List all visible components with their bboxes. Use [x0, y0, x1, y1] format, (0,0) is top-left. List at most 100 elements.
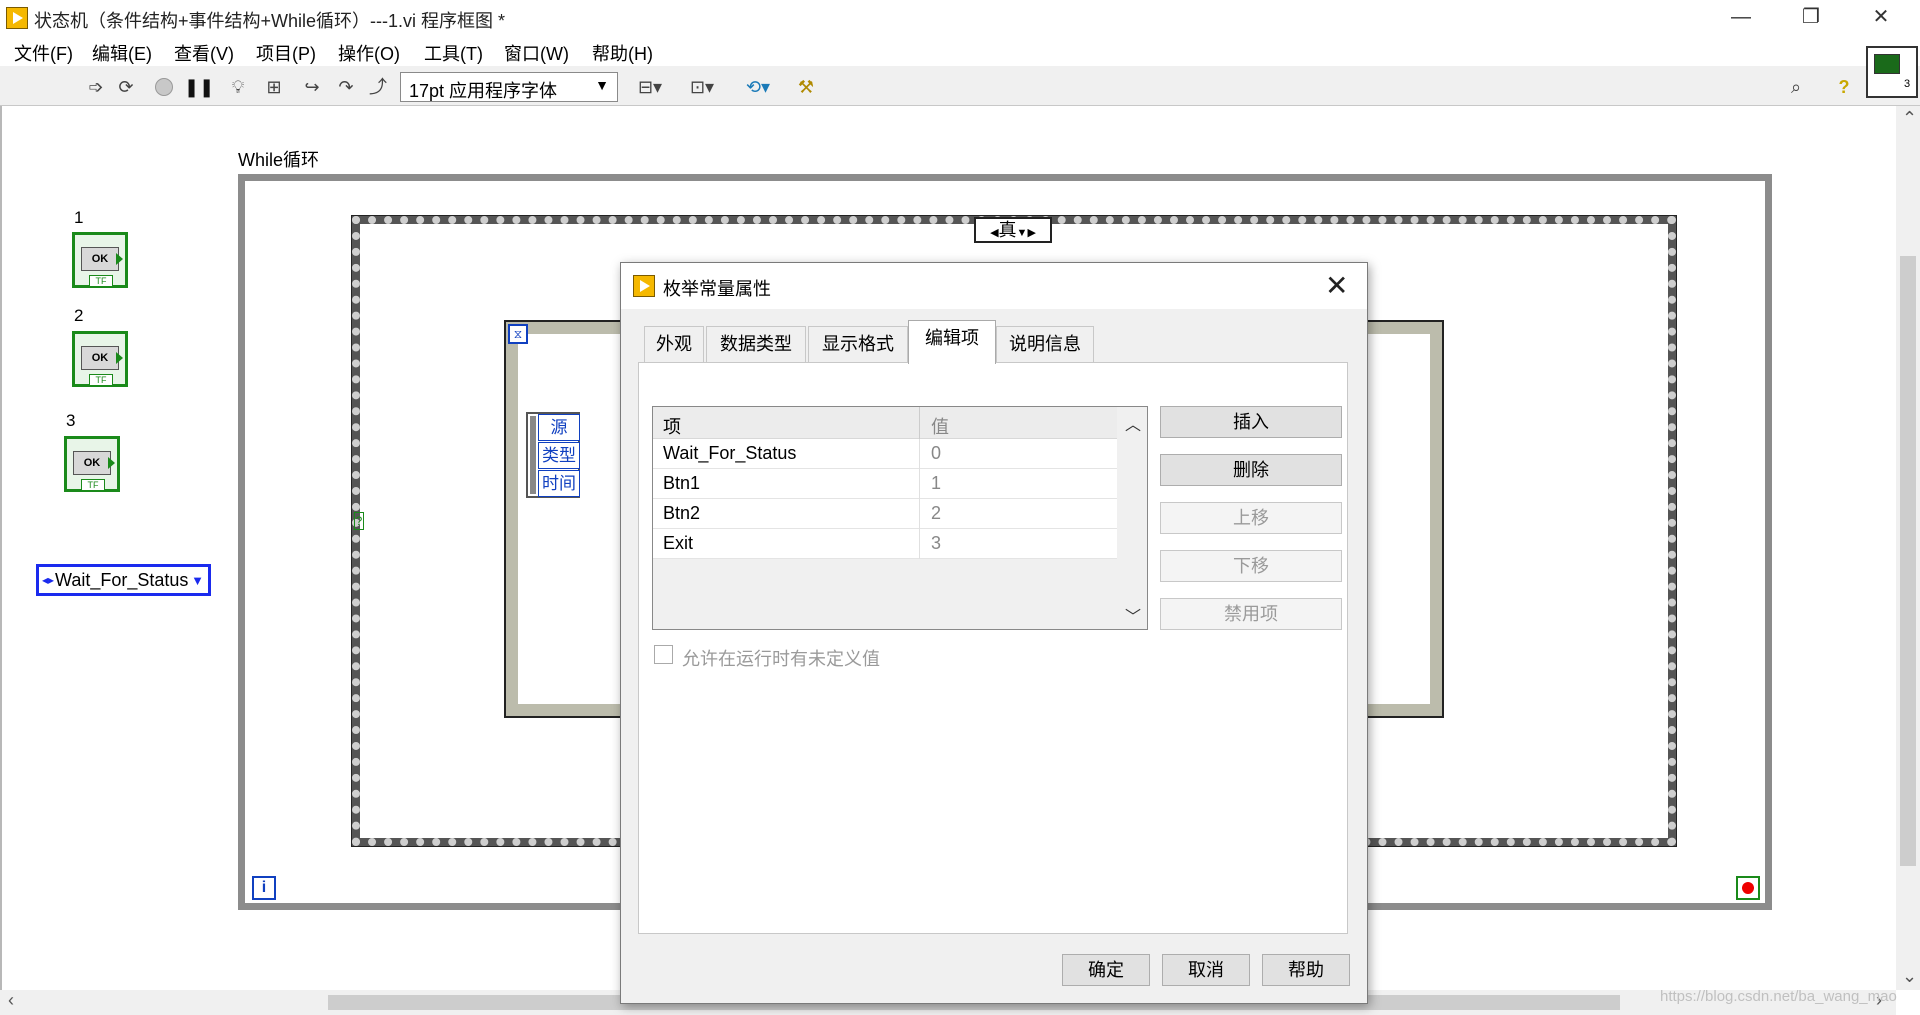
header-value[interactable]: 值 — [931, 413, 949, 439]
event-field-source[interactable]: 源 — [538, 414, 580, 441]
increment-decrement-icon[interactable]: ◂▸ — [42, 573, 54, 587]
button-2-terminal[interactable]: OK TF — [72, 331, 128, 387]
enum-constant-value: Wait_For_Status — [55, 570, 189, 590]
menu-file[interactable]: 文件(F) — [14, 40, 73, 66]
decrement-case-icon[interactable]: ◀ — [990, 227, 998, 239]
move-up-button[interactable]: 上移 — [1160, 502, 1342, 534]
move-down-button[interactable]: 下移 — [1160, 550, 1342, 582]
step-into-icon[interactable]: ↪ — [300, 76, 324, 98]
menu-bar: 文件(F) 编辑(E) 查看(V) 项目(P) 操作(O) 工具(T) 窗口(W… — [0, 36, 1920, 66]
column-divider — [919, 469, 920, 499]
vi-icon-badge: 3 — [1904, 78, 1911, 90]
vertical-scroll-thumb[interactable] — [1900, 256, 1916, 866]
cleanup-icon[interactable]: ⚒ — [794, 76, 818, 98]
allow-undefined-checkbox[interactable] — [654, 645, 673, 664]
row-item[interactable]: Btn2 — [663, 503, 700, 524]
chevron-down-icon[interactable]: ▼ — [1017, 227, 1028, 239]
menu-tools[interactable]: 工具(T) — [424, 40, 483, 66]
vertical-scrollbar[interactable]: ⌃ ⌄ — [1896, 106, 1920, 990]
menu-project[interactable]: 项目(P) — [256, 40, 316, 66]
vi-icon[interactable]: 3 — [1866, 46, 1918, 98]
scroll-down-icon[interactable]: ⌄ — [1902, 966, 1917, 987]
menu-help[interactable]: 帮助(H) — [592, 40, 653, 66]
step-out-icon[interactable]: ⤴ — [366, 76, 390, 98]
row-value: 2 — [931, 503, 942, 523]
table-row[interactable]: Wait_For_Status 0 — [653, 439, 1117, 469]
retain-wire-values-icon[interactable]: ⊞ — [262, 76, 286, 98]
table-header: 项 值 — [653, 407, 1117, 439]
run-arrow-icon[interactable]: ➩ — [84, 76, 108, 98]
chevron-up-icon[interactable]: ︿ — [1125, 411, 1141, 435]
insert-button[interactable]: 插入 — [1160, 406, 1342, 438]
chevron-down-icon[interactable]: ﹀ — [1125, 603, 1141, 627]
table-row[interactable]: Exit 3 — [653, 529, 1117, 559]
chevron-down-icon: ▼ — [595, 77, 609, 93]
menu-operate[interactable]: 操作(O) — [338, 40, 400, 66]
tab-documentation[interactable]: 说明信息 — [996, 326, 1094, 362]
dialog-title-bar: 枚举常量属性 ✕ — [621, 263, 1367, 309]
chevron-down-icon[interactable]: ▼ — [191, 573, 204, 588]
highlight-bulb-icon[interactable]: 💡︎ — [226, 76, 250, 98]
case-selector-label[interactable]: ◀真▼▶ — [974, 217, 1052, 243]
menu-window[interactable]: 窗口(W) — [504, 40, 569, 66]
tab-data-type[interactable]: 数据类型 — [706, 326, 806, 362]
stop-condition-terminal[interactable] — [1736, 876, 1760, 900]
event-data-node[interactable]: 源 类型 时间 — [526, 412, 580, 498]
title-bar: 状态机（条件结构+事件结构+While循环）---1.vi 程序框图 * — ❐… — [0, 0, 1920, 36]
table-scrollbar[interactable]: ︿ ﹀ — [1117, 407, 1147, 629]
reorder-icon[interactable]: ⟲▾ — [738, 76, 778, 98]
increment-case-icon[interactable]: ▶ — [1027, 227, 1035, 239]
event-field-time[interactable]: 时间 — [538, 470, 580, 497]
scroll-up-icon[interactable]: ⌃ — [1902, 108, 1917, 129]
help-icon[interactable]: ? — [1832, 76, 1856, 98]
tab-appearance[interactable]: 外观 — [644, 326, 704, 362]
output-arrow-icon — [108, 457, 115, 469]
help-button[interactable]: 帮助 — [1262, 954, 1350, 986]
items-table[interactable]: 项 值 Wait_For_Status 0 Btn1 1 Btn2 2 Exit… — [652, 406, 1148, 630]
ok-button[interactable]: 确定 — [1062, 954, 1150, 986]
iteration-terminal[interactable]: i — [252, 876, 276, 900]
step-over-icon[interactable]: ↷ — [334, 76, 358, 98]
header-item[interactable]: 项 — [663, 413, 681, 439]
while-loop-label: While循环 — [238, 150, 320, 170]
font-select-value: 17pt 应用程序字体 — [409, 81, 558, 101]
distribute-icon[interactable]: ⊡▾ — [682, 76, 722, 98]
row-item[interactable]: Wait_For_Status — [663, 443, 796, 464]
cancel-button[interactable]: 取消 — [1162, 954, 1250, 986]
button-1-terminal[interactable]: OK TF — [72, 232, 128, 288]
font-select[interactable]: 17pt 应用程序字体 ▼ — [400, 72, 618, 102]
align-icon[interactable]: ⊟▾ — [630, 76, 670, 98]
menu-view[interactable]: 查看(V) — [174, 40, 234, 66]
column-divider[interactable] — [919, 407, 920, 439]
pause-icon[interactable]: ❚❚ — [184, 76, 214, 98]
disable-item-button[interactable]: 禁用项 — [1160, 598, 1342, 630]
tab-edit-items[interactable]: 编辑项 — [908, 320, 996, 364]
button-3-label: 3 — [66, 411, 76, 430]
restore-button[interactable]: ❐ — [1782, 0, 1840, 36]
case-selector-terminal[interactable]: ? — [354, 512, 364, 530]
tab-display-format[interactable]: 显示格式 — [808, 326, 908, 362]
enum-constant[interactable]: ◂▸ Wait_For_Status ▼ — [36, 564, 211, 596]
table-row[interactable]: Btn2 2 — [653, 499, 1117, 529]
labview-app-icon — [6, 7, 28, 29]
dialog-close-button[interactable]: ✕ — [1325, 269, 1348, 302]
menu-edit[interactable]: 编辑(E) — [92, 40, 152, 66]
close-window-button[interactable]: ✕ — [1852, 0, 1910, 36]
column-divider — [919, 499, 920, 529]
row-item[interactable]: Btn1 — [663, 473, 700, 494]
row-value: 0 — [931, 443, 942, 463]
abort-icon[interactable] — [152, 76, 176, 98]
delete-button[interactable]: 删除 — [1160, 454, 1342, 486]
dialog-title: 枚举常量属性 — [663, 279, 771, 299]
ok-glyph: OK — [81, 346, 119, 370]
run-continuously-icon[interactable]: ⟳ — [114, 76, 138, 98]
button-3-terminal[interactable]: OK TF — [64, 436, 120, 492]
row-item[interactable]: Exit — [663, 533, 693, 554]
table-row[interactable]: Btn1 1 — [653, 469, 1117, 499]
event-field-type[interactable]: 类型 — [538, 442, 580, 469]
ok-glyph: OK — [81, 247, 119, 271]
scroll-left-icon[interactable]: ‹ — [8, 990, 14, 1011]
minimize-button[interactable]: — — [1712, 0, 1770, 36]
event-timeout-terminal[interactable]: ⧖ — [508, 324, 528, 344]
search-icon[interactable]: ⌕ — [1778, 76, 1814, 98]
